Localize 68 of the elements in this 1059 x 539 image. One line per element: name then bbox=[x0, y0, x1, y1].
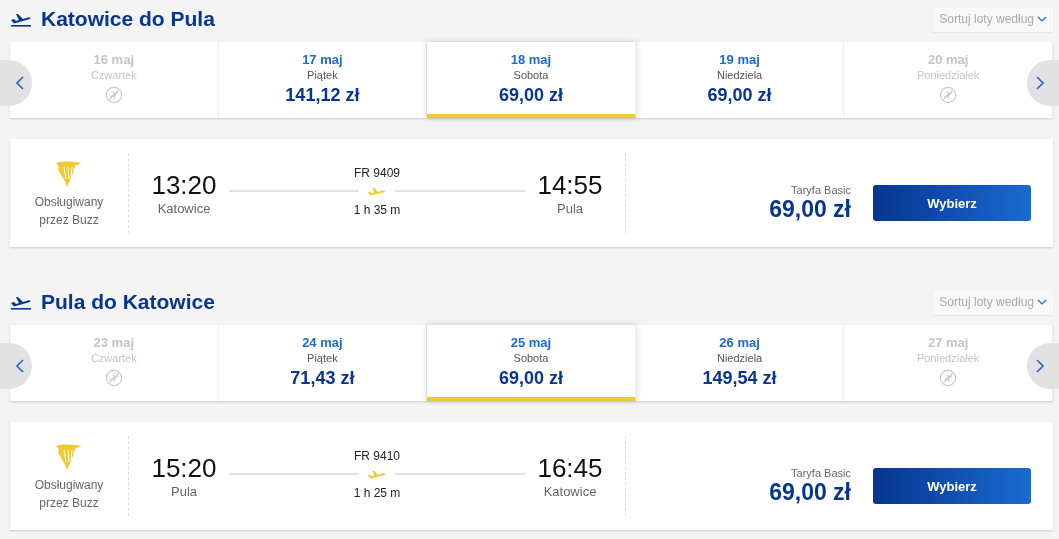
weekday-label: Niedziela bbox=[716, 352, 763, 364]
date-tab[interactable]: 19 maj Niedziela 69,00 zł bbox=[635, 42, 845, 118]
no-flight-icon bbox=[104, 369, 123, 387]
operator-label: Obsługiwany przez Buzz bbox=[33, 477, 105, 512]
no-flight-icon bbox=[939, 86, 958, 104]
flight-number: FR 9410 bbox=[354, 448, 400, 463]
flight-duration: 1 h 35 m bbox=[353, 202, 401, 217]
weekday-label: Sobota bbox=[513, 352, 549, 364]
weekday-label: Piątek bbox=[307, 69, 338, 81]
flight-duration: 1 h 25 m bbox=[353, 485, 401, 500]
fare-price: 149,54 zł bbox=[702, 368, 777, 389]
weekday-label: Poniedziałek bbox=[917, 352, 980, 364]
caret-icon bbox=[1037, 299, 1047, 305]
select-button[interactable]: Wybierz bbox=[873, 185, 1031, 221]
caret-icon bbox=[1037, 16, 1047, 22]
weekday-label: Czwartek bbox=[90, 69, 137, 81]
date-label: 23 maj bbox=[93, 335, 135, 350]
date-label: 16 maj bbox=[93, 52, 135, 67]
select-button[interactable]: Wybierz bbox=[873, 468, 1031, 504]
date-label: 26 maj bbox=[719, 335, 760, 350]
no-flight-icon bbox=[939, 369, 958, 387]
date-label: 25 maj bbox=[510, 335, 552, 350]
fare-price: 69,00 zł bbox=[707, 85, 772, 106]
weekday-label: Poniedziałek bbox=[917, 69, 980, 81]
chevron-right-icon bbox=[1036, 76, 1044, 90]
date-label: 24 maj bbox=[302, 335, 343, 350]
departure-city: Pula bbox=[171, 484, 197, 499]
departure-time: 15:20 bbox=[151, 453, 217, 484]
route-title: Katowice do Pula bbox=[41, 7, 215, 31]
chevron-left-icon bbox=[16, 76, 24, 90]
fare-price: 69,00 zł bbox=[498, 85, 563, 106]
date-label: 20 maj bbox=[927, 52, 969, 67]
arrival-city: Katowice bbox=[543, 484, 597, 499]
arrival-time: 14:55 bbox=[537, 170, 603, 201]
date-label: 19 maj bbox=[719, 52, 760, 67]
plane-icon bbox=[367, 468, 387, 480]
fare-price: 71,43 zł bbox=[290, 368, 355, 389]
date-tab[interactable]: 18 maj Sobota 69,00 zł bbox=[427, 42, 636, 118]
plane-icon bbox=[367, 185, 387, 197]
fare-price: 141,12 zł bbox=[285, 85, 360, 106]
chevron-left-icon bbox=[16, 359, 24, 373]
fare-price: 69,00 zł bbox=[498, 368, 563, 389]
date-label: 27 maj bbox=[927, 335, 969, 350]
fare-type: Taryfa Basic bbox=[791, 466, 851, 479]
no-flight-icon bbox=[104, 86, 123, 104]
flight-number: FR 9409 bbox=[354, 165, 400, 180]
departing-plane-icon bbox=[10, 294, 32, 310]
chevron-right-icon bbox=[1036, 359, 1044, 373]
flight-price: 69,00 zł bbox=[769, 478, 851, 506]
date-tab[interactable]: 26 maj Niedziela 149,54 zł bbox=[635, 325, 845, 401]
weekday-label: Niedziela bbox=[716, 69, 763, 81]
departure-city: Katowice bbox=[157, 201, 211, 216]
departure-time: 13:20 bbox=[151, 170, 217, 201]
date-tab[interactable]: 17 maj Piątek 141,12 zł bbox=[218, 42, 428, 118]
route-title: Pula do Katowice bbox=[41, 290, 215, 314]
arrival-time: 16:45 bbox=[537, 453, 603, 484]
departing-plane-icon bbox=[10, 11, 32, 27]
fare-type: Taryfa Basic bbox=[791, 183, 851, 196]
date-label: 17 maj bbox=[302, 52, 343, 67]
date-tab[interactable]: 24 maj Piątek 71,43 zł bbox=[218, 325, 428, 401]
weekday-label: Sobota bbox=[513, 69, 549, 81]
date-label: 18 maj bbox=[510, 52, 552, 67]
operator-label: Obsługiwany przez Buzz bbox=[33, 194, 105, 229]
date-tab[interactable]: 25 maj Sobota 69,00 zł bbox=[427, 325, 636, 401]
arrival-city: Pula bbox=[557, 201, 583, 216]
weekday-label: Piątek bbox=[307, 352, 338, 364]
weekday-label: Czwartek bbox=[90, 352, 137, 364]
flight-price: 69,00 zł bbox=[769, 195, 851, 223]
